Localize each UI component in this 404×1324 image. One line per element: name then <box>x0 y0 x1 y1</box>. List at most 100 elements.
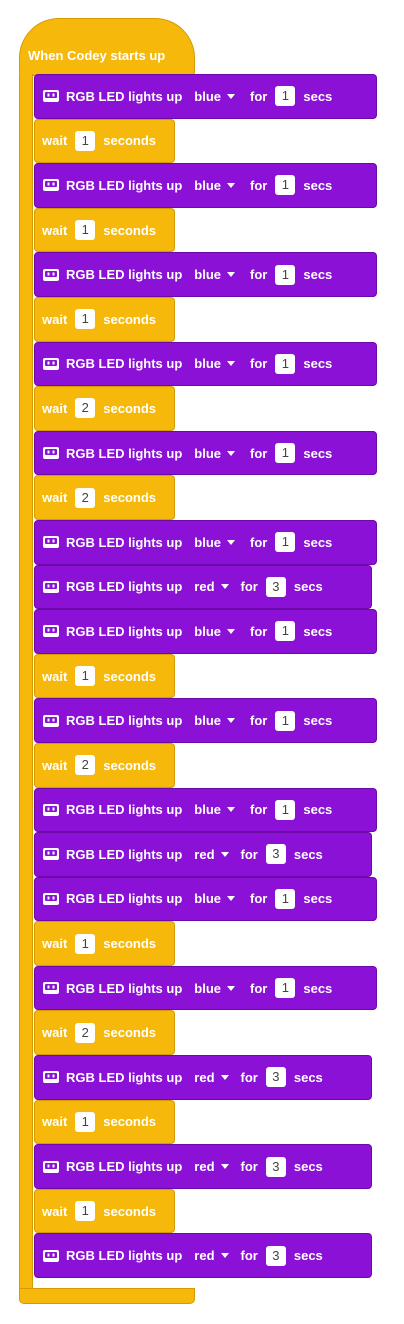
wait-duration-input[interactable]: 1 <box>75 130 96 151</box>
duration-input[interactable]: 3 <box>265 844 286 865</box>
rgb-led-lights-up-block[interactable]: RGB LED lights up blue for 1 secs <box>34 163 377 208</box>
duration-input[interactable]: 1 <box>275 175 296 196</box>
wait-duration-input[interactable]: 2 <box>75 755 96 776</box>
rgb-led-lights-up-block[interactable]: RGB LED lights up blue for 1 secs <box>34 519 377 565</box>
wait-label: wait <box>42 936 68 952</box>
duration-input[interactable]: 3 <box>265 1156 286 1177</box>
duration-input[interactable]: 3 <box>265 576 286 597</box>
rgb-led-lights-up-block[interactable]: RGB LED lights up blue for 1 secs <box>34 609 377 654</box>
caret-down-icon <box>227 896 236 902</box>
wait-seconds-block[interactable]: wait 1 seconds <box>34 207 175 253</box>
wait-duration-input[interactable]: 2 <box>75 398 96 419</box>
duration-input[interactable]: 1 <box>275 888 296 909</box>
rgb-led-lights-up-block[interactable]: RGB LED lights up red for 3 secs <box>34 1144 372 1189</box>
duration-input[interactable]: 1 <box>275 264 296 285</box>
led-color-value: blue <box>194 980 222 996</box>
rgb-led-lights-up-block[interactable]: RGB LED lights up blue for 1 secs <box>34 965 377 1011</box>
duration-input[interactable]: 1 <box>275 86 296 107</box>
duration-input[interactable]: 1 <box>275 621 296 642</box>
wait-seconds-block[interactable]: wait 1 seconds <box>34 921 175 966</box>
secs-label: secs <box>303 980 333 996</box>
duration-input[interactable]: 1 <box>275 799 296 820</box>
seconds-label: seconds <box>103 400 157 416</box>
wait-duration-input[interactable]: 1 <box>75 1111 96 1132</box>
rgb-led-lights-up-block[interactable]: RGB LED lights up blue for 1 secs <box>34 698 377 743</box>
duration-input[interactable]: 1 <box>275 353 296 374</box>
for-label: for <box>240 846 258 862</box>
led-color-dropdown[interactable]: blue <box>194 535 236 550</box>
rgb-led-lights-up-block[interactable]: RGB LED lights up blue for 1 secs <box>34 430 377 476</box>
led-color-dropdown[interactable]: blue <box>194 891 236 906</box>
led-color-dropdown[interactable]: blue <box>194 177 236 193</box>
led-color-dropdown[interactable]: red <box>194 1248 229 1264</box>
rgb-led-lights-up-block[interactable]: RGB LED lights up blue for 1 secs <box>34 74 377 119</box>
secs-label: secs <box>293 579 323 595</box>
led-color-dropdown[interactable]: blue <box>194 446 236 461</box>
wait-duration-input[interactable]: 1 <box>75 309 96 330</box>
led-color-dropdown[interactable]: red <box>194 1159 229 1175</box>
seconds-label: seconds <box>103 936 157 952</box>
rgb-led-lights-up-block[interactable]: RGB LED lights up red for 3 secs <box>34 832 372 877</box>
led-block-label: RGB LED lights up <box>66 1159 183 1175</box>
rgb-led-lights-up-block[interactable]: RGB LED lights up blue for 1 secs <box>34 341 377 387</box>
led-color-value: red <box>194 1248 215 1264</box>
led-color-value: blue <box>194 88 222 104</box>
led-color-value: blue <box>194 177 222 193</box>
led-color-dropdown[interactable]: blue <box>194 980 236 996</box>
wait-seconds-block[interactable]: wait 1 seconds <box>34 653 175 699</box>
wait-label: wait <box>42 133 68 149</box>
rgb-led-lights-up-block[interactable]: RGB LED lights up blue for 1 secs <box>34 876 377 922</box>
wait-duration-input[interactable]: 2 <box>75 487 96 508</box>
led-color-dropdown[interactable]: blue <box>194 623 236 639</box>
led-color-value: blue <box>194 623 222 639</box>
wait-seconds-block[interactable]: wait 1 seconds <box>34 296 175 342</box>
wait-seconds-block[interactable]: wait 2 seconds <box>34 386 175 431</box>
duration-input[interactable]: 3 <box>265 1245 286 1266</box>
led-color-dropdown[interactable]: blue <box>194 356 236 371</box>
wait-duration-input[interactable]: 1 <box>75 220 96 241</box>
wait-seconds-block[interactable]: wait 1 seconds <box>34 118 175 164</box>
duration-input[interactable]: 1 <box>275 443 296 464</box>
wait-seconds-block[interactable]: wait 2 seconds <box>34 475 175 520</box>
wait-seconds-block[interactable]: wait 2 seconds <box>34 742 175 788</box>
rgb-led-lights-up-block[interactable]: RGB LED lights up red for 3 secs <box>34 564 372 610</box>
rgb-led-lights-up-block[interactable]: RGB LED lights up blue for 1 secs <box>34 787 377 833</box>
rgb-led-lights-up-block[interactable]: RGB LED lights up red for 3 secs <box>34 1055 372 1100</box>
wait-duration-input[interactable]: 2 <box>75 1022 96 1043</box>
seconds-label: seconds <box>103 133 157 149</box>
led-color-dropdown[interactable]: red <box>194 1070 229 1085</box>
when-codey-starts-up-hat-block[interactable]: When Codey starts up <box>19 18 195 76</box>
rgb-led-lights-up-block[interactable]: RGB LED lights up blue for 1 secs <box>34 252 377 297</box>
for-label: for <box>250 713 268 729</box>
codey-robot-icon <box>42 892 60 906</box>
wait-seconds-block[interactable]: wait 1 seconds <box>34 1188 175 1234</box>
caret-down-icon <box>220 1074 229 1080</box>
hat-block-label: When Codey starts up <box>28 48 166 63</box>
led-color-dropdown[interactable]: blue <box>194 88 236 104</box>
led-color-value: red <box>194 1159 215 1175</box>
duration-input[interactable]: 3 <box>265 1067 286 1088</box>
secs-label: secs <box>303 623 333 639</box>
rgb-led-lights-up-block[interactable]: RGB LED lights up red for 3 secs <box>34 1233 372 1279</box>
caret-down-icon <box>227 718 236 724</box>
led-color-dropdown[interactable]: red <box>194 847 229 862</box>
caret-down-icon <box>227 985 236 991</box>
led-color-dropdown[interactable]: blue <box>194 713 236 728</box>
led-color-dropdown[interactable]: blue <box>194 267 236 282</box>
for-label: for <box>250 980 268 996</box>
duration-input[interactable]: 1 <box>275 532 296 553</box>
wait-duration-input[interactable]: 1 <box>75 1201 96 1222</box>
codey-robot-icon <box>42 847 60 861</box>
wait-seconds-block[interactable]: wait 2 seconds <box>34 1010 175 1056</box>
codey-robot-icon <box>42 624 60 638</box>
seconds-label: seconds <box>103 1114 157 1130</box>
led-color-dropdown[interactable]: blue <box>194 802 236 817</box>
wait-duration-input[interactable]: 1 <box>75 933 96 954</box>
led-color-dropdown[interactable]: red <box>194 579 229 594</box>
wait-label: wait <box>42 668 68 684</box>
duration-input[interactable]: 1 <box>275 978 296 999</box>
wait-seconds-block[interactable]: wait 1 seconds <box>34 1099 175 1145</box>
duration-input[interactable]: 1 <box>275 710 296 731</box>
caret-down-icon <box>220 584 229 590</box>
wait-duration-input[interactable]: 1 <box>75 666 96 687</box>
